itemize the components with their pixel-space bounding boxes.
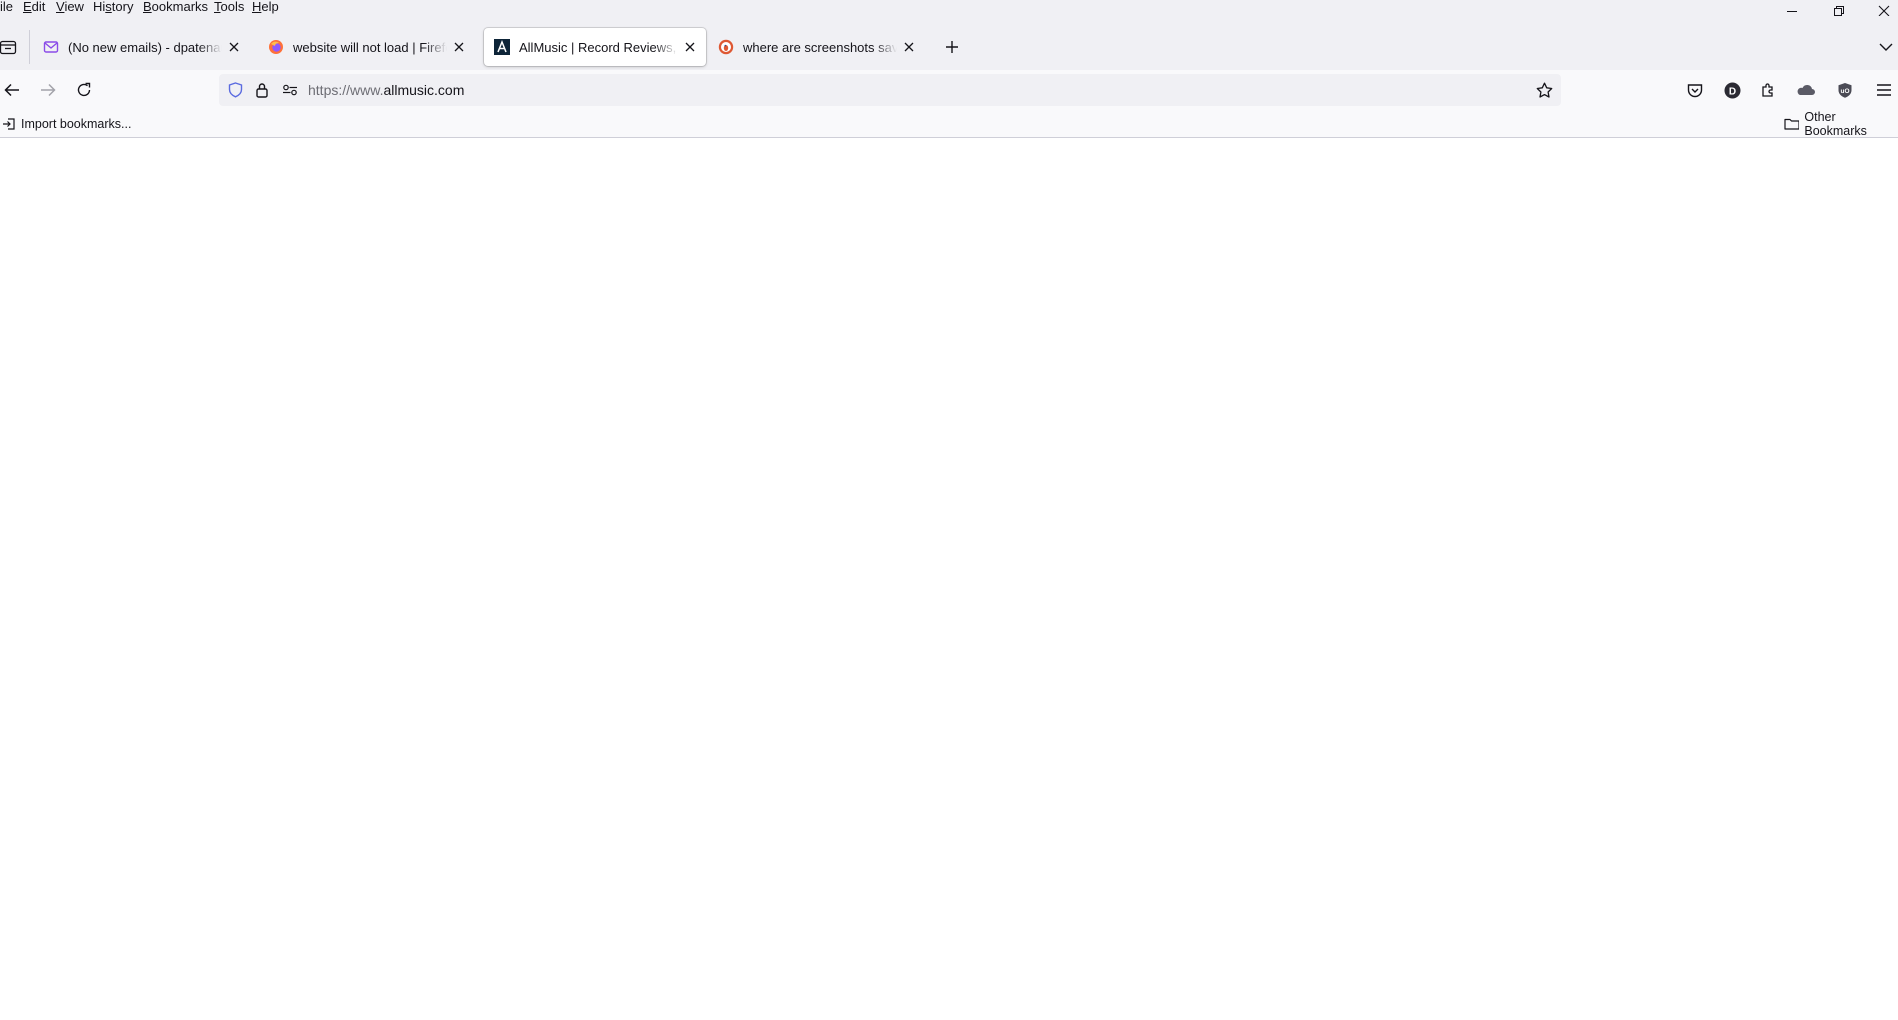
duckduckgo-icon — [718, 39, 734, 55]
import-bookmarks-label: Import bookmarks... — [21, 116, 132, 131]
firefox-view-button[interactable] — [0, 31, 24, 63]
bookmark-star-button[interactable] — [1528, 74, 1560, 106]
other-bookmarks-button[interactable]: Other Bookmarks — [1784, 109, 1898, 138]
close-icon — [454, 42, 464, 52]
tab-close-button[interactable] — [678, 35, 702, 59]
hamburger-menu-icon — [1877, 84, 1891, 96]
firefox-view-icon — [0, 40, 17, 55]
close-icon — [904, 42, 914, 52]
extension-cloud-button[interactable] — [1790, 74, 1822, 106]
chevron-down-icon — [1879, 43, 1893, 51]
menu-history[interactable]: History — [93, 0, 133, 15]
url-host: allmusic.com — [383, 82, 465, 98]
url-text[interactable]: https://www.allmusic.com — [308, 80, 464, 100]
ublock-button[interactable]: uO — [1829, 74, 1861, 106]
forward-arrow-icon — [41, 83, 56, 97]
menu-tools[interactable]: Tools — [214, 0, 244, 15]
plus-icon — [946, 41, 958, 53]
allmusic-icon — [494, 39, 510, 55]
folder-icon — [1784, 118, 1800, 130]
tab-title: AllMusic | Record Reviews, Streaming Son… — [519, 39, 678, 55]
reload-button[interactable] — [68, 74, 100, 106]
svg-text:uO: uO — [1840, 88, 1849, 95]
cloud-icon — [1797, 84, 1815, 95]
tab-duckduckgo[interactable]: where are screenshots saved in — [708, 28, 925, 66]
menu-file[interactable]: ile — [0, 0, 13, 15]
ublock-shield-icon: uO — [1838, 82, 1852, 98]
tab-separator — [29, 30, 30, 64]
app-menu-button[interactable] — [1868, 74, 1898, 106]
tab-title: (No new emails) - dpatenaude1 — [68, 39, 222, 55]
shield-icon — [228, 82, 242, 98]
menu-bookmarks[interactable]: Bookmarks — [143, 0, 208, 15]
menu-bar — [0, 0, 1898, 16]
tab-title: website will not load | Firefox Support … — [293, 39, 447, 55]
menu-edit[interactable]: Edit — [23, 0, 45, 15]
reload-icon — [77, 82, 91, 97]
tab-firefox-support[interactable]: website will not load | Firefox Support … — [258, 28, 475, 66]
bookmarks-toolbar — [0, 110, 1898, 138]
tab-close-button[interactable] — [447, 35, 471, 59]
close-icon — [229, 42, 239, 52]
firefox-icon — [269, 40, 283, 54]
url-scheme: https://www. — [308, 82, 384, 98]
permissions-icon — [283, 84, 297, 96]
pocket-button[interactable] — [1679, 74, 1711, 106]
new-tab-button[interactable] — [936, 31, 968, 63]
tab-close-button[interactable] — [897, 35, 921, 59]
lock-icon — [256, 83, 268, 98]
pocket-icon — [1687, 83, 1703, 97]
other-bookmarks-label: Other Bookmarks — [1804, 109, 1867, 138]
extensions-button[interactable] — [1752, 74, 1784, 106]
forward-button[interactable] — [32, 74, 64, 106]
back-button[interactable] — [0, 74, 28, 106]
back-arrow-icon — [4, 83, 19, 97]
permissions-button[interactable] — [274, 74, 306, 106]
menu-help[interactable]: Help — [252, 0, 279, 15]
svg-text:D: D — [1728, 86, 1735, 97]
tab-allmusic[interactable]: AllMusic | Record Reviews, Streaming Son… — [484, 28, 706, 66]
puzzle-icon — [1762, 83, 1773, 97]
import-bookmarks-button[interactable]: Import bookmarks... — [2, 110, 131, 137]
page-content[interactable] — [0, 138, 1898, 1020]
tab-close-button[interactable] — [222, 35, 246, 59]
star-icon — [1536, 82, 1552, 98]
tab-title: where are screenshots saved in — [743, 39, 897, 55]
account-avatar-icon: D — [1724, 82, 1740, 98]
close-icon — [685, 42, 695, 52]
mail-icon — [43, 41, 59, 53]
tab-mail[interactable]: (No new emails) - dpatenaude1 — [33, 28, 250, 66]
list-all-tabs-button[interactable] — [1870, 31, 1898, 63]
menu-view[interactable]: View — [56, 0, 84, 15]
import-icon — [3, 117, 15, 130]
account-button[interactable]: D — [1716, 74, 1748, 106]
